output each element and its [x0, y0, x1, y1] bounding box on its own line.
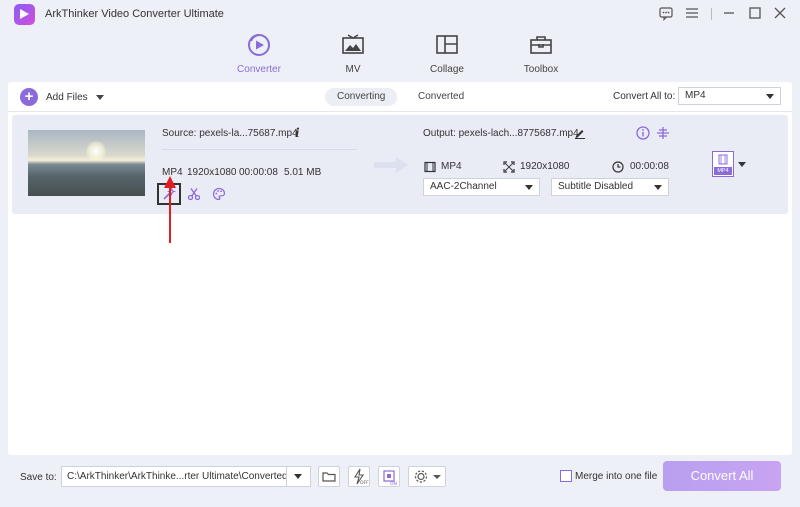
audio-track-value: AAC-2Channel	[430, 181, 497, 192]
save-path-value: C:\ArkThinker\ArkThinke...rter Ultimate\…	[67, 471, 288, 482]
plus-icon: +	[20, 88, 38, 106]
nav-label: Toolbox	[523, 64, 559, 75]
close-icon[interactable]	[771, 5, 789, 23]
output-duration: 00:00:08	[630, 161, 669, 172]
nav-toolbox[interactable]: Toolbox	[506, 32, 576, 75]
chevron-down-icon	[525, 185, 533, 190]
video-thumbnail[interactable]	[28, 130, 145, 196]
output-format-badge[interactable]: MP4	[712, 151, 734, 177]
divider	[162, 149, 357, 150]
hardware-acceleration-off-button[interactable]: OFF	[348, 466, 370, 487]
collage-icon	[434, 32, 460, 58]
app-title: ArkThinker Video Converter Ultimate	[45, 8, 224, 20]
tab-converting[interactable]: Converting	[325, 88, 398, 106]
clock-icon	[612, 161, 624, 175]
app-logo	[14, 4, 35, 25]
minimize-icon[interactable]	[720, 5, 738, 23]
audio-track-select[interactable]: AAC-2Channel	[423, 178, 540, 196]
window-controls-divider	[711, 8, 712, 20]
merge-label: Merge into one file	[575, 471, 658, 482]
svg-text:ON: ON	[390, 481, 397, 486]
source-resolution: 1920x1080	[187, 167, 237, 178]
scissors-icon[interactable]	[187, 187, 201, 201]
source-size: 5.01 MB	[284, 167, 322, 178]
converter-toolbar: + Add Files Converting Converted Convert…	[8, 82, 792, 112]
resize-icon	[503, 161, 515, 175]
maximize-icon[interactable]	[746, 5, 764, 23]
edit-icon[interactable]	[574, 127, 588, 141]
chevron-down-icon	[654, 185, 662, 190]
nav-label: Collage	[430, 64, 464, 75]
save-path-field[interactable]: C:\ArkThinker\ArkThinke...rter Ultimate\…	[61, 466, 311, 487]
nav-label: Converter	[237, 64, 281, 75]
bottom-bar: Save to: C:\ArkThinker\ArkThinke...rter …	[0, 455, 800, 507]
output-resolution: 1920x1080	[520, 161, 570, 172]
chevron-down-icon[interactable]	[738, 162, 746, 167]
settings-sliders-icon[interactable]	[656, 126, 670, 140]
save-to-label: Save to:	[20, 472, 57, 483]
source-filename: Source: pexels-la...75687.mp4	[162, 128, 298, 139]
subtitle-value: Subtitle Disabled	[558, 181, 634, 192]
mv-icon	[340, 32, 366, 58]
convert-all-button[interactable]: Convert All	[663, 461, 781, 491]
info-circle-icon[interactable]	[636, 126, 650, 140]
open-folder-button[interactable]	[318, 466, 340, 487]
nav-label: MV	[345, 64, 361, 75]
convert-arrow-icon	[374, 157, 410, 176]
add-files-label: Add Files	[46, 91, 88, 103]
nav-converter[interactable]: Converter	[224, 32, 294, 75]
converter-panel: + Add Files Converting Converted Convert…	[8, 82, 792, 455]
nav-collage[interactable]: Collage	[412, 32, 482, 75]
convert-all-format-select[interactable]: MP4	[678, 87, 781, 105]
output-filename: Output: pexels-lach...8775687.mp4	[423, 128, 579, 139]
convert-all-format-value: MP4	[685, 90, 706, 101]
svg-text:OFF: OFF	[360, 480, 369, 486]
chevron-down-icon[interactable]	[286, 467, 310, 486]
settings-dropdown-button[interactable]	[408, 466, 446, 487]
merge-checkbox[interactable]	[560, 470, 572, 482]
subtitle-select[interactable]: Subtitle Disabled	[551, 178, 669, 196]
toolbox-icon	[528, 32, 554, 58]
annotation-arrow	[163, 175, 177, 248]
tab-converted[interactable]: Converted	[406, 88, 476, 106]
feedback-icon[interactable]	[657, 5, 675, 23]
chevron-down-icon[interactable]	[95, 94, 104, 100]
info-icon[interactable]: i	[295, 126, 300, 140]
file-item: Source: pexels-la...75687.mp4 i MP4 1920…	[12, 115, 788, 214]
film-icon	[424, 161, 436, 175]
convert-all-to-label: Convert All to:	[613, 91, 676, 102]
source-duration: 00:00:08	[239, 167, 278, 178]
output-format: MP4	[441, 161, 462, 172]
title-bar: ArkThinker Video Converter Ultimate	[0, 0, 800, 30]
add-files-button[interactable]: + Add Files	[20, 87, 104, 107]
converter-icon	[246, 32, 272, 58]
menu-icon[interactable]	[683, 5, 701, 23]
nav-mv[interactable]: MV	[318, 32, 388, 75]
gpu-acceleration-on-button[interactable]: ON	[378, 466, 400, 487]
palette-icon[interactable]	[212, 187, 226, 201]
chevron-down-icon	[766, 94, 774, 99]
format-badge-label: MP4	[714, 167, 732, 175]
